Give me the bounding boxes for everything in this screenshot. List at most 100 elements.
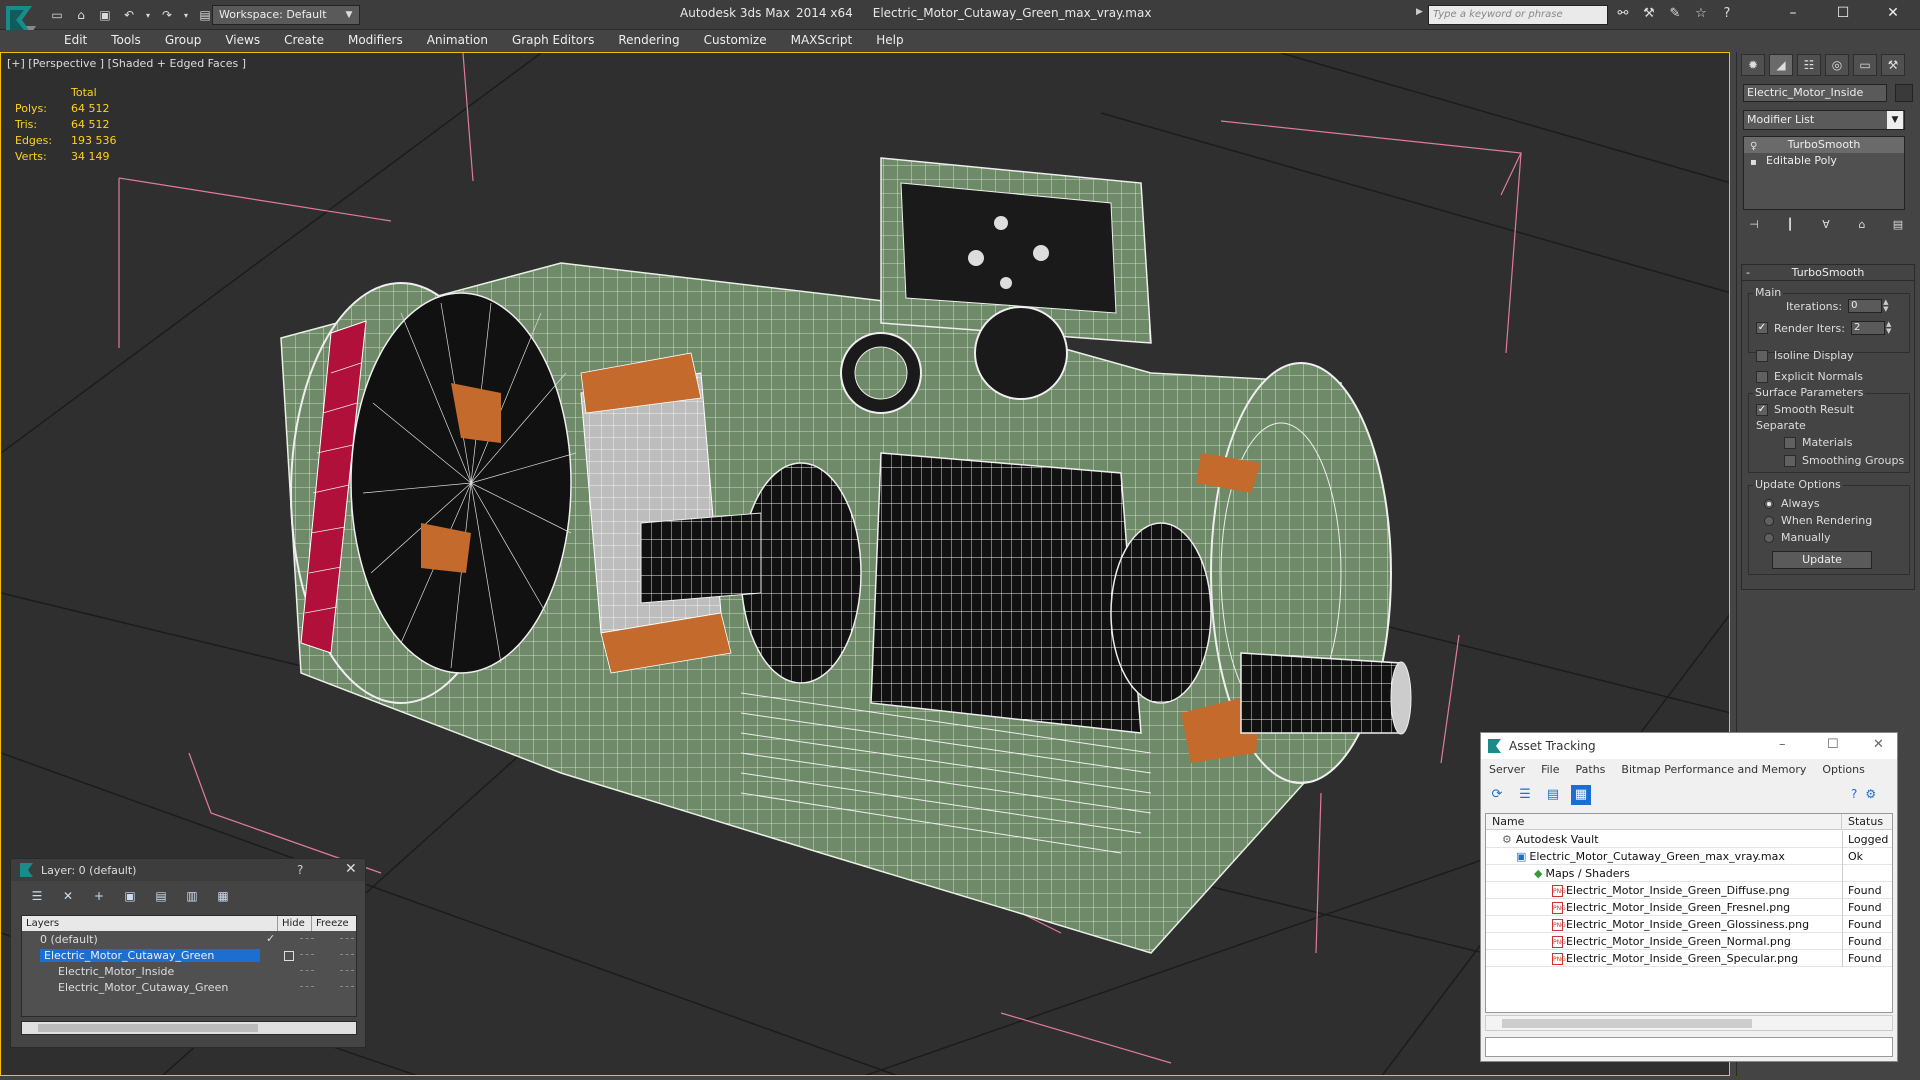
create-tab-icon[interactable]: ✹ [1741,54,1765,76]
hide-toggle[interactable] [300,938,314,941]
hierarchy-tab-icon[interactable]: ☷ [1797,54,1821,76]
redo-icon[interactable]: ↷ [158,6,176,24]
minimize-button[interactable]: – [1768,0,1818,26]
workspace-dropdown-arrow-icon[interactable]: ▼ [340,5,358,25]
viewport-label[interactable]: [+] [Perspective ] [Shaded + Edged Faces… [7,57,246,70]
asset-settings-icon[interactable]: ⚙ [1865,787,1876,801]
table-view-icon[interactable]: ▦ [1571,785,1591,805]
select-objects-icon[interactable]: ▣ [120,887,140,905]
spinner-arrows-icon[interactable]: ▲ ▼ [1883,299,1891,313]
layer-dialog-titlebar[interactable]: Layer: 0 (default) ? ✕ [11,859,365,881]
binoculars-icon[interactable]: ⚯ [1614,5,1632,23]
render-iters-checkbox[interactable]: ✓ [1756,322,1768,334]
close-button[interactable]: ✕ [1868,0,1918,26]
menu-edit[interactable]: Edit [52,30,99,50]
manually-radio[interactable] [1764,532,1774,543]
refresh-icon[interactable]: ⟳ [1487,785,1507,805]
object-color-swatch[interactable] [1895,84,1913,102]
object-name-field[interactable]: Electric_Motor_Inside [1743,84,1887,102]
smooth-result-checkbox[interactable]: ✓ [1756,403,1768,416]
motion-tab-icon[interactable]: ◎ [1825,54,1849,76]
workspace-dropdown[interactable]: Workspace: Default [212,5,360,25]
new-file-icon[interactable]: ▭ [48,6,66,24]
freeze-all-icon[interactable]: ▦ [213,887,233,905]
menu-views[interactable]: Views [213,30,272,50]
redo-dropdown-icon[interactable]: ▾ [182,6,190,24]
utilities-tab-icon[interactable]: ⚒ [1881,54,1905,76]
asset-path-field[interactable] [1485,1037,1893,1057]
asset-menu-file[interactable]: File [1533,761,1567,779]
hide-all-icon[interactable]: ▥ [182,887,202,905]
menu-group[interactable]: Group [153,30,214,50]
add-to-layer-icon[interactable]: + [89,887,109,905]
highlight-selected-icon[interactable]: ▤ [151,887,171,905]
configure-sets-icon[interactable]: ▤ [1889,216,1907,234]
asset-row[interactable]: PNGElectric_Motor_Inside_Green_Specular.… [1486,950,1892,967]
asset-menu-options[interactable]: Options [1814,761,1872,779]
when-rendering-radio[interactable] [1764,515,1774,526]
layer-help-button[interactable]: ? [297,863,303,877]
layer-row[interactable]: Electric_Motor_Inside [22,964,356,980]
menu-maxscript[interactable]: MAXScript [779,30,865,50]
asset-close-button[interactable]: ✕ [1873,737,1884,752]
asset-minimize-button[interactable]: – [1779,737,1786,752]
asset-row[interactable]: PNGElectric_Motor_Inside_Green_Normal.pn… [1486,933,1892,950]
render-iters-spinner[interactable]: 2 [1850,321,1885,335]
expand-plus-icon[interactable]: ▪ [1750,155,1757,171]
layer-row[interactable]: Electric_Motor_Cutaway_Green [22,948,356,964]
asset-row[interactable]: ◆ Maps / Shaders [1486,865,1892,882]
col-freeze[interactable]: Freeze [312,916,356,931]
search-input[interactable]: Type a keyword or phrase [1428,5,1608,25]
search-expand-icon[interactable]: ▶ [1416,7,1423,17]
smoothing-groups-checkbox[interactable] [1784,454,1796,467]
col-name[interactable]: Name [1486,814,1842,830]
communication-icon[interactable]: ✎ [1666,5,1684,23]
make-unique-icon[interactable]: ∀ [1817,216,1835,234]
asset-row[interactable]: ▣ Electric_Motor_Cutaway_Green_max_vray.m… [1486,848,1892,865]
update-button[interactable]: Update [1772,551,1872,569]
materials-checkbox[interactable] [1784,436,1796,449]
spinner-arrows-icon[interactable]: ▲ ▼ [1886,321,1894,335]
freeze-toggle[interactable] [340,986,354,989]
undo-dropdown-icon[interactable]: ▾ [144,6,152,24]
create-layer-icon[interactable]: ☰ [27,887,47,905]
rollout-header[interactable]: - TurboSmooth [1742,265,1914,281]
menu-graph-editors[interactable]: Graph Editors [500,30,606,50]
modifier-list-dropdown[interactable]: Modifier List [1743,110,1905,130]
stack-item-turbosmooth[interactable]: ♀ TurboSmooth [1744,137,1904,153]
asset-maximize-button[interactable]: ☐ [1827,737,1839,752]
iterations-spinner[interactable]: 0 [1848,299,1883,313]
favorites-star-icon[interactable]: ☆ [1692,5,1710,23]
maximize-button[interactable]: ☐ [1818,0,1868,26]
menu-help[interactable]: Help [864,30,915,50]
layer-toggle-box[interactable] [284,951,294,961]
layer-horizontal-scrollbar[interactable] [21,1021,357,1035]
open-file-icon[interactable]: ⌂ [72,6,90,24]
asset-horizontal-scrollbar[interactable] [1485,1015,1893,1031]
save-file-icon[interactable]: ▣ [96,6,114,24]
explicit-normals-checkbox[interactable] [1756,370,1768,383]
remove-modifier-icon[interactable]: ⌂ [1853,216,1871,234]
asset-menu-bitmap-performance[interactable]: Bitmap Performance and Memory [1613,761,1814,779]
layer-row[interactable]: Electric_Motor_Cutaway_Green [22,980,356,996]
scrollbar-thumb[interactable] [1502,1019,1752,1028]
asset-dialog-titlebar[interactable]: Asset Tracking – ☐ ✕ [1481,733,1897,759]
isoline-checkbox[interactable] [1756,349,1768,362]
asset-row[interactable]: PNGElectric_Motor_Inside_Green_Fresnel.p… [1486,899,1892,916]
scrollbar-thumb[interactable] [38,1024,258,1032]
subscription-icon[interactable]: ⚒ [1640,5,1658,23]
detail-view-icon[interactable]: ▤ [1543,785,1563,805]
modifier-list-arrow-icon[interactable]: ▼ [1887,111,1903,129]
hide-toggle[interactable] [300,970,314,973]
menu-rendering[interactable]: Rendering [606,30,691,50]
delete-layer-icon[interactable]: ✕ [58,887,78,905]
asset-help-icon[interactable]: ? [1851,787,1857,801]
col-status[interactable]: Status [1842,814,1892,830]
freeze-toggle[interactable] [340,954,354,957]
freeze-toggle[interactable] [340,938,354,941]
col-layers[interactable]: Layers [22,916,278,931]
collapse-minus-icon[interactable]: - [1746,265,1750,281]
freeze-toggle[interactable] [340,970,354,973]
help-icon[interactable]: ? [1718,5,1736,23]
always-radio[interactable] [1764,498,1774,509]
